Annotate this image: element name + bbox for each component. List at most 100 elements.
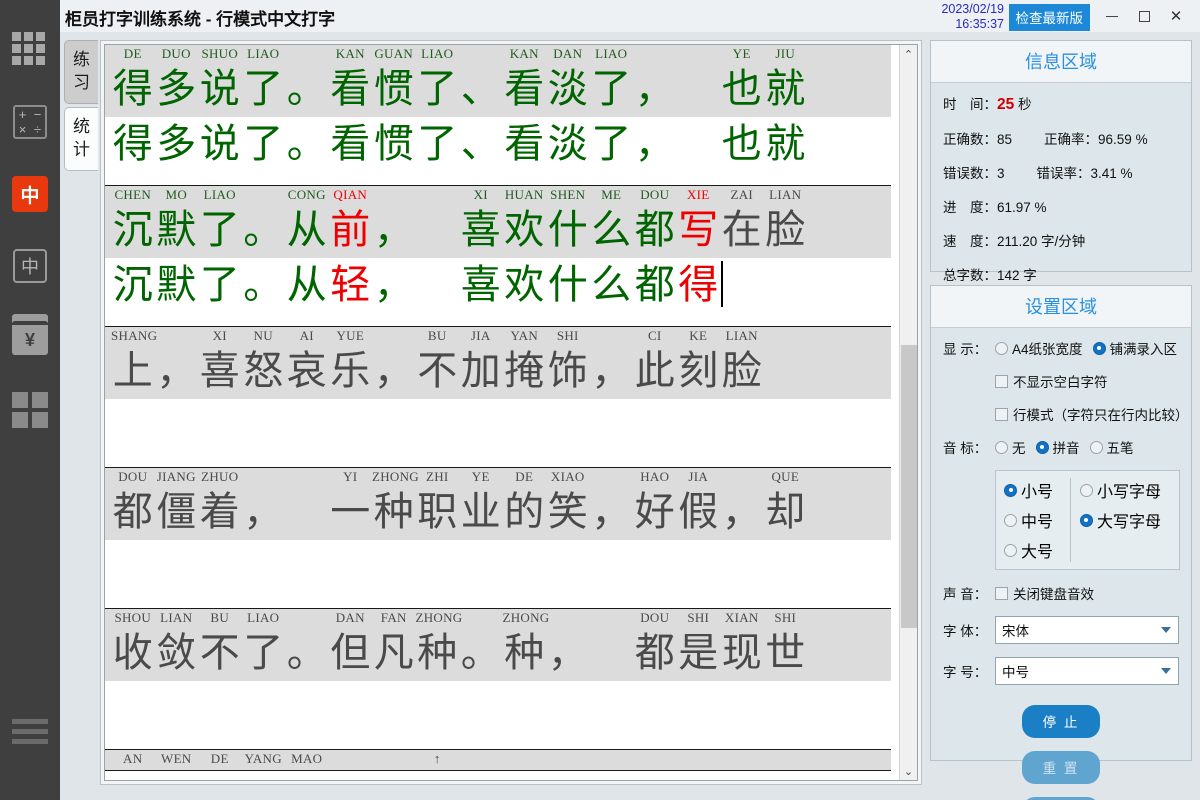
reference-char: 沉: [112, 207, 153, 253]
scroll-down-icon[interactable]: ⌄: [900, 762, 917, 780]
keypad-icon: [12, 32, 48, 68]
radio-fill-area[interactable]: 铺满录入区: [1092, 338, 1177, 358]
tab-statistics-label: 统计: [73, 117, 90, 159]
radio-phonetic-wubi[interactable]: 五笔: [1089, 437, 1134, 457]
close-button[interactable]: ✕: [1162, 4, 1190, 28]
input-row[interactable]: [105, 681, 891, 749]
pinyin-cell: HAO: [640, 469, 670, 484]
radio-size-large[interactable]: 大号: [1004, 538, 1053, 562]
checkbox-hide-blank-box: [995, 374, 1008, 388]
clock-date: 2023/02/19: [941, 2, 1004, 16]
info-row-value: 61.97 %: [997, 200, 1047, 215]
typing-scrollbar[interactable]: ⌃ ⌄: [899, 45, 917, 780]
radio-size-small[interactable]: 小号: [1004, 478, 1053, 502]
rail-item-chinese-active[interactable]: 中: [0, 158, 60, 230]
typing-canvas[interactable]: DE DUO SHUO LIAO KAN GUAN LIAO KAN DAN LIAO YE JIU 得…: [104, 44, 918, 781]
chevron-down-icon: [1161, 627, 1171, 633]
pinyin-line: DE DUO SHUO LIAO KAN GUAN LIAO KAN DAN LIAO YE JIU: [111, 46, 885, 63]
pinyin-cell: ZHUO: [201, 469, 239, 484]
radio-phonetic-none[interactable]: 无: [995, 437, 1026, 457]
pinyin-cell: CI: [647, 328, 662, 343]
fontsize-select[interactable]: 中号: [995, 657, 1179, 685]
reference-char: ，: [547, 630, 588, 676]
radio-case-upper[interactable]: 大写字母: [1079, 508, 1161, 532]
reference-char: 好: [634, 489, 675, 535]
rail-item-math[interactable]: + − × ÷: [0, 86, 60, 158]
rail-item-menu[interactable]: [0, 698, 60, 770]
phonetic-size-group: 小号 中号 大号: [1004, 478, 1071, 562]
scroll-up-icon[interactable]: ⌃: [900, 45, 917, 63]
info-row: 错误数：3 错误率：3.41 %: [943, 162, 1179, 182]
font-select[interactable]: 宋体: [995, 616, 1179, 644]
radio-phonetic-wubi-dot: [1089, 440, 1103, 454]
line-mode-row: 行模式（字符只在行内比较）: [995, 404, 1189, 424]
tab-statistics[interactable]: 统计: [64, 107, 98, 171]
info-row: 总字数：142 字: [943, 264, 1179, 284]
input-row[interactable]: [105, 399, 891, 467]
checkbox-line-mode[interactable]: 行模式（字符只在行内比较）: [995, 404, 1189, 424]
reference-char: 写: [678, 207, 719, 253]
input-char: 也: [721, 121, 762, 167]
rail-item-currency[interactable]: ¥: [0, 302, 60, 374]
radio-size-medium[interactable]: 中号: [1004, 508, 1053, 532]
pinyin-cell: DAN: [553, 46, 583, 61]
sound-setting-row: 声 音： 关闭键盘音效: [943, 583, 1179, 603]
check-update-button[interactable]: 检查最新版: [1008, 4, 1090, 31]
input-char: 看: [330, 121, 371, 167]
input-chars: 得多说了。看惯了、看淡了， 也就: [111, 118, 885, 170]
reference-char: ，: [591, 489, 632, 535]
reference-char: 饰: [547, 348, 588, 394]
reference-char: 业: [460, 489, 501, 535]
reference-char: 、: [460, 66, 501, 112]
input-chars: [111, 400, 885, 452]
pinyin-cell: ME: [601, 187, 622, 202]
minimize-button[interactable]: [1098, 4, 1126, 28]
input-chars: [111, 682, 885, 734]
reference-char: 假: [678, 489, 719, 535]
stop-button[interactable]: 停 止: [1022, 705, 1100, 738]
input-row[interactable]: [105, 540, 891, 608]
input-row[interactable]: 沉默了。从轻， 喜欢什么都得: [105, 258, 891, 326]
pinyin-cell: XIAN: [724, 610, 759, 625]
scrollbar-thumb[interactable]: [901, 345, 917, 628]
pinyin-cell: JIANG: [156, 469, 196, 484]
input-row[interactable]: 得多说了。看惯了、看淡了， 也就: [105, 117, 891, 185]
radio-case-lower[interactable]: 小写字母: [1079, 478, 1161, 502]
maximize-button[interactable]: [1130, 4, 1158, 28]
pinyin-cell: SHUO: [201, 46, 239, 61]
tab-practice[interactable]: 练习: [64, 40, 98, 104]
rail-item-keypad[interactable]: [0, 14, 60, 86]
reference-char: 上: [112, 348, 153, 394]
info-row-value: 85: [997, 132, 1013, 147]
pinyin-cell: MO: [165, 187, 188, 202]
chinese-active-icon: 中: [12, 176, 48, 212]
font-label: 字 体：: [943, 624, 988, 639]
pinyin-cell: DOU: [118, 469, 148, 484]
rail-item-chinese[interactable]: 中: [0, 230, 60, 302]
radio-phonetic-pinyin[interactable]: 拼音: [1035, 437, 1080, 457]
typing-area[interactable]: DE DUO SHUO LIAO KAN GUAN LIAO KAN DAN LIAO YE JIU 得…: [100, 40, 922, 785]
reference-row: SHANG XI NU AI YUE BU JIA YAN SHI CI KE LIAN 上，喜怒哀乐，…: [105, 327, 891, 399]
reference-char: 从: [286, 207, 327, 253]
radio-size-medium-label: 中号: [1021, 514, 1054, 531]
reference-char: 哀: [286, 348, 327, 394]
checkbox-sound-off[interactable]: 关闭键盘音效: [995, 583, 1094, 603]
input-char: 看: [504, 121, 545, 167]
rail-item-grid[interactable]: [0, 374, 60, 446]
pinyin-cell: BU: [427, 328, 447, 343]
reference-char: 喜: [199, 348, 240, 394]
phonetic-case-group: 小写字母 大写字母: [1071, 478, 1171, 562]
typing-row-pair: DOU JIANG ZHUO YI ZHONG ZHI YE DE XIAO HAO JIA QUE 都…: [105, 468, 891, 609]
input-char: 轻: [330, 262, 371, 308]
pinyin-cell: XI: [473, 187, 488, 202]
pinyin-cell: XI: [212, 328, 227, 343]
grid-icon: [12, 392, 48, 428]
reset-button[interactable]: 重 置: [1022, 751, 1100, 784]
radio-a4-width[interactable]: A4纸张宽度: [995, 338, 1083, 358]
reference-char: 凡: [373, 630, 414, 676]
reference-char: 也: [721, 66, 762, 112]
reference-char: 了: [199, 207, 240, 253]
checkbox-hide-blank[interactable]: 不显示空白字符: [995, 371, 1108, 391]
pinyin-line: CHEN MO LIAO CONG QIAN XI HUAN SHEN ME DOU XIE ZAI L…: [111, 187, 885, 204]
reference-char: ，: [634, 66, 675, 112]
